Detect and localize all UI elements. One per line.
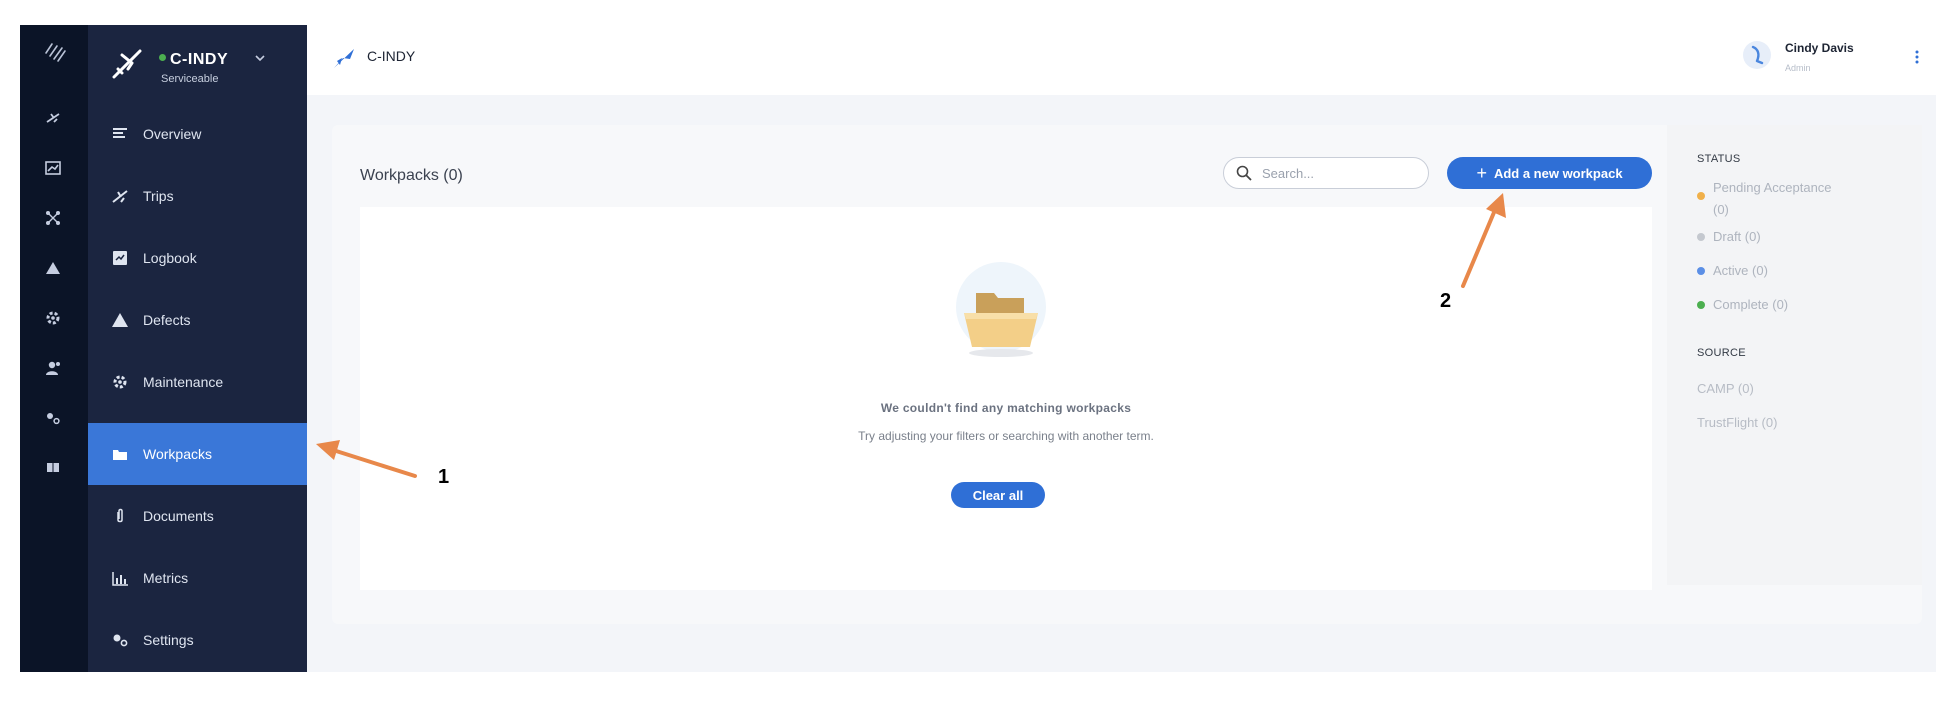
rail-warning-icon[interactable] (44, 259, 62, 277)
empty-state-panel: We couldn't find any matching workpacks … (360, 207, 1652, 590)
sidebar-item-label: Trips (143, 188, 174, 204)
top-bar: C-INDY Cindy Davis Admin (307, 25, 1936, 95)
add-workpack-button[interactable]: + Add a new workpack (1447, 157, 1652, 189)
icon-rail (20, 25, 88, 672)
aircraft-switcher[interactable]: C-INDY Serviceable (88, 25, 307, 97)
sidebar-item-overview[interactable]: Overview (88, 103, 307, 165)
documents-icon (110, 506, 130, 526)
search-input[interactable] (1262, 164, 1422, 182)
filter-label: Draft (0) (1713, 229, 1761, 244)
active-dot (1697, 267, 1705, 275)
pending-count: (0) (1713, 202, 1729, 217)
sidebar-item-label: Maintenance (143, 374, 224, 390)
user-name: Cindy Davis (1785, 41, 1854, 55)
rail-network-icon[interactable] (44, 209, 62, 227)
sidebar-item-maintenance[interactable]: Maintenance (88, 351, 307, 413)
search-icon (1236, 165, 1252, 181)
source-heading: SOURCE (1697, 347, 1746, 359)
empty-folder-icon (956, 262, 1046, 357)
sidebar-item-metrics[interactable]: Metrics (88, 547, 307, 609)
defects-icon (110, 310, 130, 330)
annotation-label-1: 1 (438, 466, 450, 488)
app-window: C-INDY Serviceable Overview Trips Logboo… (20, 25, 1936, 672)
workpacks-icon (110, 444, 130, 464)
filter-label: Complete (0) (1713, 297, 1789, 312)
rail-trips-icon[interactable] (44, 109, 62, 127)
sidebar-item-settings[interactable]: Settings (88, 609, 307, 671)
filter-label: Active (0) (1713, 263, 1768, 278)
rail-users-icon[interactable] (44, 359, 62, 377)
annotation-label-2: 2 (1440, 290, 1452, 312)
filter-source-trustflight[interactable]: TrustFlight (0) (1697, 415, 1777, 430)
filter-pending-acceptance[interactable]: Pending Acceptance (0) (1697, 177, 1897, 221)
sidebar-item-label: Logbook (143, 250, 197, 266)
chevron-down-icon (255, 55, 265, 62)
empty-state-title: We couldn't find any matching workpacks (880, 401, 1132, 415)
filter-active[interactable]: Active (0) (1697, 263, 1768, 278)
filter-label: Pending Acceptance (0) (1713, 177, 1832, 221)
avatar[interactable] (1743, 41, 1771, 69)
sidebar-item-logbook[interactable]: Logbook (88, 227, 307, 289)
app-logo-icon (45, 43, 66, 62)
user-role: Admin (1785, 63, 1811, 73)
aircraft-name-text: C-INDY (170, 51, 229, 68)
status-dot (159, 54, 166, 62)
empty-state-text: Try adjusting your filters or searching … (858, 429, 1154, 443)
sidebar: C-INDY Serviceable Overview Trips Logboo… (88, 25, 307, 672)
search-box[interactable] (1223, 157, 1429, 189)
sidebar-item-label: Metrics (143, 570, 189, 586)
filter-draft[interactable]: Draft (0) (1697, 229, 1761, 244)
clear-all-button[interactable]: Clear all (951, 482, 1045, 508)
more-vertical-icon[interactable] (1914, 49, 1920, 65)
sidebar-item-documents[interactable]: Documents (88, 485, 307, 547)
aircraft-icon (334, 49, 354, 68)
aircraft-status: Serviceable (161, 73, 219, 85)
sidebar-item-label: Settings (143, 632, 194, 648)
sidebar-item-label: Overview (143, 126, 202, 142)
metrics-icon (110, 568, 130, 588)
trips-icon (110, 186, 130, 206)
sidebar-item-label: Defects (143, 312, 191, 328)
aircraft-icon (112, 49, 142, 79)
rail-book-icon[interactable] (44, 459, 62, 477)
aircraft-name: C-INDY (159, 51, 228, 69)
plus-icon: + (1476, 163, 1487, 183)
logbook-icon (110, 248, 130, 268)
filter-complete[interactable]: Complete (0) (1697, 297, 1788, 312)
add-workpack-label: Add a new workpack (1493, 165, 1623, 181)
rail-cogs-icon[interactable] (44, 409, 62, 427)
sidebar-item-defects[interactable]: Defects (88, 289, 307, 351)
filters-panel: STATUS Pending Acceptance (0) Draft (0) A… (1667, 125, 1922, 585)
complete-dot (1697, 301, 1705, 309)
overview-icon (110, 124, 130, 144)
sidebar-item-workpacks[interactable]: Workpacks (88, 423, 307, 485)
sidebar-item-label: Workpacks (143, 446, 212, 462)
rail-gear-icon[interactable] (44, 309, 62, 327)
filter-source-camp[interactable]: CAMP (0) (1697, 381, 1754, 396)
draft-dot (1697, 233, 1705, 241)
rail-chart-icon[interactable] (44, 159, 62, 177)
settings-icon (110, 630, 130, 650)
workpacks-card: Workpacks (0) + Add a new workpack We cou… (332, 125, 1922, 624)
sidebar-item-trips[interactable]: Trips (88, 165, 307, 227)
status-heading: STATUS (1697, 153, 1741, 165)
maintenance-icon (110, 372, 130, 392)
sidebar-item-label: Documents (143, 508, 214, 524)
workpacks-title: Workpacks (0) (360, 167, 463, 184)
page-title: C-INDY (367, 48, 416, 64)
pending-dot (1697, 192, 1705, 200)
pending-label: Pending Acceptance (1713, 180, 1832, 195)
